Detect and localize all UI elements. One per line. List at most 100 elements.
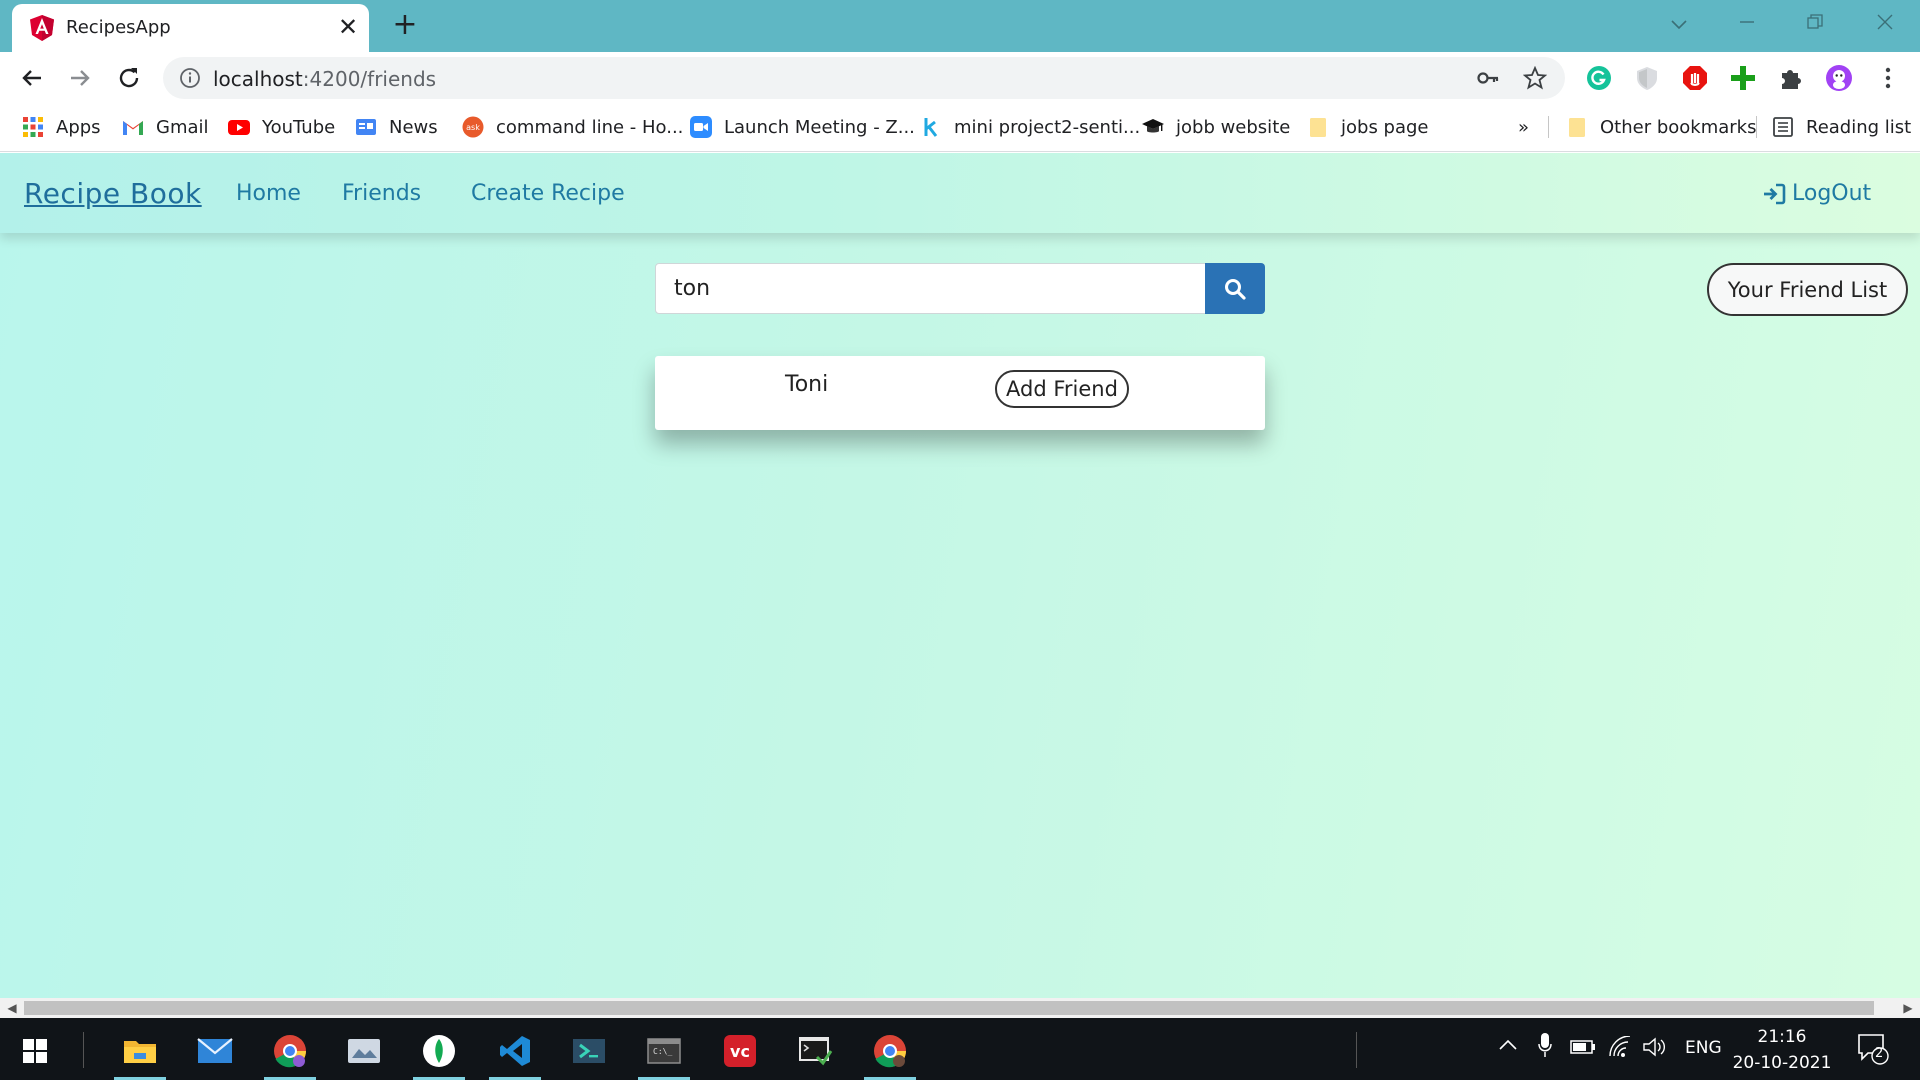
minimize-icon[interactable]: [1724, 6, 1770, 40]
bookmark-mini-project[interactable]: mini project2-senti...: [920, 114, 1140, 140]
adblock-icon[interactable]: [1682, 65, 1708, 91]
browser-menu-icon[interactable]: [1875, 65, 1901, 91]
tab-title: RecipesApp: [66, 17, 171, 38]
taskbar-divider: [1356, 1032, 1357, 1068]
tab-search-chevron-icon[interactable]: [1656, 6, 1702, 40]
bookmark-label: jobb website: [1176, 116, 1291, 138]
scroll-right-arrow-icon[interactable]: ▶: [1900, 1000, 1916, 1016]
k-icon: [924, 118, 938, 137]
taskbar-mail[interactable]: [185, 1026, 245, 1076]
taskbar-mongodb[interactable]: [409, 1026, 469, 1080]
folder-icon: [124, 1041, 156, 1063]
shield-extension-icon[interactable]: [1634, 65, 1660, 91]
reading-list-icon: [1773, 117, 1793, 137]
scroll-left-arrow-icon[interactable]: ◀: [4, 1000, 20, 1016]
gmail-icon: [123, 121, 143, 135]
close-window-icon[interactable]: [1862, 6, 1908, 40]
start-button[interactable]: [5, 1026, 65, 1076]
nav-friends[interactable]: Friends: [342, 181, 421, 206]
photo-app-icon: [348, 1039, 380, 1063]
friend-search-input[interactable]: [655, 263, 1206, 314]
horizontal-scrollbar[interactable]: ◀ ▶: [0, 998, 1920, 1018]
mail-icon: [197, 1038, 233, 1063]
profile-avatar-icon[interactable]: [1826, 65, 1852, 91]
microphone-icon[interactable]: [1538, 1032, 1552, 1063]
taskbar-command-prompt[interactable]: C:\_: [634, 1026, 694, 1080]
add-friend-button[interactable]: Add Friend: [995, 370, 1129, 408]
reading-list-label: Reading list: [1806, 116, 1912, 138]
key-icon[interactable]: [1476, 66, 1500, 90]
bookmark-gmail[interactable]: Gmail: [122, 114, 209, 140]
search-button[interactable]: [1205, 263, 1265, 314]
back-icon[interactable]: [16, 62, 48, 94]
bookmark-apps[interactable]: Apps: [22, 114, 101, 140]
bookmark-label: News: [389, 116, 438, 138]
bookmark-youtube[interactable]: YouTube: [228, 114, 335, 140]
restore-icon[interactable]: [1792, 6, 1838, 40]
volume-icon[interactable]: [1642, 1036, 1668, 1063]
browser-tab[interactable]: RecipesApp ✕: [12, 4, 369, 52]
logout-link[interactable]: LogOut: [1762, 181, 1871, 206]
new-tab-button[interactable]: +: [389, 10, 421, 42]
nav-create-recipe[interactable]: Create Recipe: [471, 181, 625, 206]
chrome-icon: [874, 1035, 906, 1068]
url-text: localhost:4200/friends: [213, 67, 437, 91]
notification-icon: [1858, 1034, 1889, 1065]
scrollbar-thumb[interactable]: [24, 1001, 1874, 1015]
bookmark-star-icon[interactable]: [1523, 66, 1547, 90]
address-bar[interactable]: localhost:4200/friends: [163, 57, 1565, 99]
extensions-puzzle-icon[interactable]: [1778, 65, 1804, 91]
chrome-icon: [274, 1035, 306, 1068]
plus-extension-icon[interactable]: [1730, 65, 1756, 91]
taskbar-vscode[interactable]: [485, 1026, 545, 1080]
reading-list-button[interactable]: Reading list: [1772, 114, 1911, 140]
taskbar-terminal-app[interactable]: [785, 1026, 845, 1076]
mongodb-icon: [423, 1035, 455, 1067]
battery-icon[interactable]: [1570, 1039, 1596, 1060]
taskbar-divider: [83, 1032, 84, 1068]
taskbar-file-explorer[interactable]: [110, 1026, 170, 1080]
brand-link[interactable]: Recipe Book: [24, 177, 202, 210]
site-info-icon[interactable]: [179, 67, 201, 89]
bookmark-label: Launch Meeting - Z...: [724, 116, 915, 138]
bookmarks-divider: [1756, 116, 1757, 138]
taskbar-vc-app[interactable]: vc: [710, 1026, 770, 1076]
folder-icon: [1310, 118, 1326, 137]
bookmark-label: YouTube: [262, 116, 336, 138]
language-indicator[interactable]: ENG: [1685, 1038, 1722, 1058]
vc-icon: vc: [724, 1035, 756, 1067]
nav-home[interactable]: Home: [236, 181, 301, 206]
action-center-button[interactable]: 2: [1856, 1032, 1890, 1071]
taskbar-photo-viewer[interactable]: [334, 1026, 394, 1076]
clock[interactable]: 21:16 20-10-2021: [1730, 1024, 1834, 1076]
bookmark-jobb-website[interactable]: jobb website: [1142, 114, 1290, 140]
show-hidden-icons-chevron-icon[interactable]: [1498, 1036, 1518, 1056]
bookmark-jobs-page[interactable]: jobs page: [1307, 114, 1429, 140]
search-icon: [1225, 278, 1246, 300]
taskbar-powershell[interactable]: [559, 1026, 619, 1076]
bookmarks-overflow-chevron[interactable]: »: [1518, 114, 1529, 140]
forward-icon[interactable]: [64, 62, 96, 94]
bookmarks-bar: Apps Gmail YouTube News ask command line…: [0, 102, 1920, 152]
your-friend-list-button[interactable]: Your Friend List: [1707, 263, 1908, 316]
ask-icon: ask: [462, 116, 484, 138]
reload-icon[interactable]: [113, 62, 145, 94]
bookmark-label: Other bookmarks: [1600, 116, 1757, 138]
vscode-icon: [500, 1036, 530, 1066]
apps-grid-icon: [23, 117, 43, 137]
grammarly-icon[interactable]: [1586, 65, 1612, 91]
zoom-icon: [690, 116, 712, 138]
clock-date: 20-10-2021: [1732, 1053, 1832, 1073]
bookmark-launch-meeting[interactable]: Launch Meeting - Z...: [690, 114, 915, 140]
svg-text:vc: vc: [730, 1042, 750, 1061]
bookmark-news[interactable]: News: [355, 114, 438, 140]
taskbar-chrome[interactable]: [860, 1026, 920, 1080]
bookmark-label: command line - Ho...: [496, 116, 684, 138]
taskbar-chrome-profile[interactable]: [260, 1026, 320, 1080]
sign-in-icon: [1764, 183, 1786, 204]
wifi-icon[interactable]: [1608, 1035, 1632, 1063]
bookmark-command-line[interactable]: ask command line - Ho...: [462, 114, 683, 140]
tab-close-icon[interactable]: ✕: [334, 13, 362, 41]
folder-icon: [1569, 118, 1585, 137]
bookmark-other[interactable]: Other bookmarks: [1566, 114, 1756, 140]
